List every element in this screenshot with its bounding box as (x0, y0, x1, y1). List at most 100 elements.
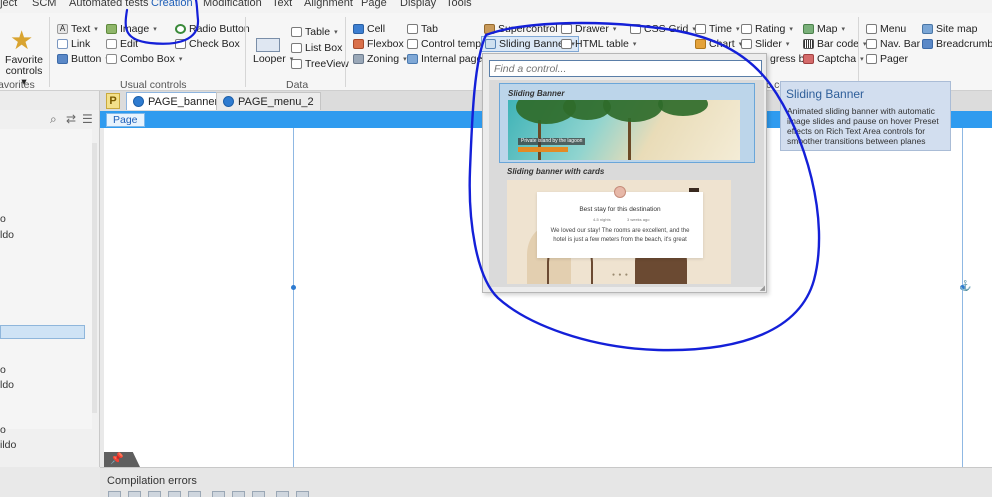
pager-icon (866, 54, 877, 64)
time-control-button[interactable]: Time ▾ (695, 22, 739, 36)
zoning-control-button[interactable]: Zoning ▾ (353, 52, 407, 66)
menu-item-automated-tests[interactable]: Automated tests (69, 0, 149, 9)
button-icon (57, 54, 68, 64)
site-map-control-button[interactable]: Site map (922, 22, 977, 36)
toolbar-button[interactable] (168, 491, 181, 497)
toolbar-button[interactable] (128, 491, 141, 497)
looper-control-button[interactable]: Looper▾ (253, 52, 293, 66)
group-separator (245, 17, 246, 87)
rating-icon (741, 24, 752, 34)
slider-icon (741, 39, 752, 49)
menu-item-text[interactable]: Text (272, 0, 292, 9)
tab-label: PAGE_menu_2 (238, 95, 314, 108)
page-guide-right (962, 128, 963, 467)
table-control-button[interactable]: Table ▾ (291, 25, 338, 39)
link-control-button[interactable]: Link (57, 37, 90, 51)
edit-icon (106, 39, 117, 49)
captcha-icon (803, 54, 814, 64)
project-logo-icon[interactable]: P (106, 93, 120, 109)
banner-caption: Private island by the lagoon (518, 138, 586, 145)
cell-control-button[interactable]: Cell (353, 22, 385, 36)
supercontrol-button[interactable]: Supercontrol (484, 22, 558, 36)
group-label-data: Data (286, 79, 309, 91)
treeview-control-button[interactable]: TreeView (291, 57, 349, 71)
toolbar-button[interactable] (232, 491, 245, 497)
find-control-field[interactable] (489, 60, 762, 77)
list-item[interactable]: o (0, 364, 6, 376)
button-control-button[interactable]: Button▾ (57, 52, 109, 66)
menu-icon[interactable]: ☰ (82, 112, 93, 126)
resize-grip-icon[interactable]: ◢ (760, 284, 765, 292)
menu-item-scm[interactable]: SCM (32, 0, 56, 9)
toolbar-button[interactable] (252, 491, 265, 497)
compilation-errors-pane: Compilation errors (100, 467, 992, 497)
radio-button-control-button[interactable]: Radio Button (175, 22, 250, 36)
list-item[interactable]: ldo (0, 379, 14, 391)
drawer-control-button[interactable]: Drawer ▾ (561, 22, 616, 36)
menu-item-tools[interactable]: Tools (446, 0, 472, 9)
menu-control-button[interactable]: Menu (866, 22, 906, 36)
list-item[interactable]: ildo (0, 439, 16, 451)
toolbar-button[interactable] (212, 491, 225, 497)
control-tooltip: Sliding Banner Animated sliding banner w… (780, 81, 951, 151)
rating-control-button[interactable]: Rating ▾ (741, 22, 793, 36)
tab-page-menu-2[interactable]: PAGE_menu_2 (216, 92, 321, 110)
html-table-control-button[interactable]: HTML table ▾ (561, 37, 636, 51)
anchor-icon[interactable]: ⚓ (959, 281, 971, 292)
control-template-icon (407, 39, 418, 49)
page-guide-left (293, 128, 294, 467)
html-table-icon (561, 39, 572, 49)
group-separator (345, 17, 346, 87)
nav-bar-control-button[interactable]: Nav. Bar▾ (866, 37, 928, 51)
palm-tree-icon (658, 100, 708, 116)
bar-code-icon (803, 39, 814, 49)
page-tab[interactable]: Page (106, 113, 145, 127)
menu-item-modification[interactable]: Modification (203, 0, 262, 9)
pin-icon: 📌 (110, 453, 124, 465)
internal-page-control-button[interactable]: Internal page (407, 52, 482, 66)
toolbar-button[interactable] (108, 491, 121, 497)
list-item[interactable]: ldo (0, 229, 14, 241)
breadcrumb-control-button[interactable]: Breadcrumb (922, 37, 992, 51)
sort-icon[interactable]: ⇄ (66, 112, 76, 126)
bar-code-control-button[interactable]: Bar code ▾ (803, 37, 867, 51)
menu-item-display[interactable]: Display (400, 0, 436, 9)
preset-card-sliding-banner-with-cards[interactable]: Sliding banner with cards Best stay for … (499, 167, 755, 284)
selected-list-item[interactable] (0, 325, 85, 339)
search-icon[interactable]: ⌕ (50, 112, 57, 127)
sliding-banner-icon (485, 39, 496, 49)
toolbar-button[interactable] (296, 491, 309, 497)
text-control-button[interactable]: A Text ▾ (57, 22, 98, 36)
menu-item-creation[interactable]: Creation (151, 0, 193, 9)
list-item[interactable]: o (0, 424, 6, 436)
table-icon (291, 27, 302, 37)
menu-item-page[interactable]: Page (361, 0, 387, 9)
map-control-button[interactable]: Map ▾ (803, 22, 845, 36)
menu-item-alignment[interactable]: Alignment (304, 0, 353, 9)
review-card: Best stay for this destination 4-5 night… (537, 186, 703, 258)
pager-control-button[interactable]: Pager (866, 52, 908, 66)
preset-card-sliding-banner[interactable]: Sliding Banner Private island by the lag… (499, 83, 755, 163)
find-control-input[interactable] (490, 61, 761, 76)
left-pane-scrollbar[interactable] (92, 143, 97, 413)
menu-item-project[interactable]: oject (0, 0, 17, 9)
slider-control-button[interactable]: Slider ▾ (741, 37, 789, 51)
captcha-control-button[interactable]: Captcha ▾ (803, 52, 864, 66)
favorite-star-icon[interactable]: ★ (10, 27, 33, 53)
tab-control-button[interactable]: Tab (407, 22, 438, 36)
cards-preview-image: Best stay for this destination 4-5 night… (507, 180, 731, 284)
edit-control-button[interactable]: Edit (106, 37, 138, 51)
css-grid-control-button[interactable]: CSS Grid▾ (630, 22, 696, 36)
toolbar-button[interactable] (188, 491, 201, 497)
looper-icon[interactable] (256, 38, 280, 52)
list-box-control-button[interactable]: List Box (291, 41, 342, 55)
list-item[interactable]: o (0, 213, 6, 225)
toolbar-button[interactable] (148, 491, 161, 497)
flexbox-control-button[interactable]: Flexbox▾ (353, 37, 411, 51)
combo-box-control-button[interactable]: Combo Box ▾ (106, 52, 182, 66)
resize-handle[interactable] (291, 285, 296, 290)
chart-control-button[interactable]: Chart▾ (695, 37, 742, 51)
check-box-control-button[interactable]: Check Box (175, 37, 240, 51)
image-control-button[interactable]: Image ▾ (106, 22, 157, 36)
toolbar-button[interactable] (276, 491, 289, 497)
